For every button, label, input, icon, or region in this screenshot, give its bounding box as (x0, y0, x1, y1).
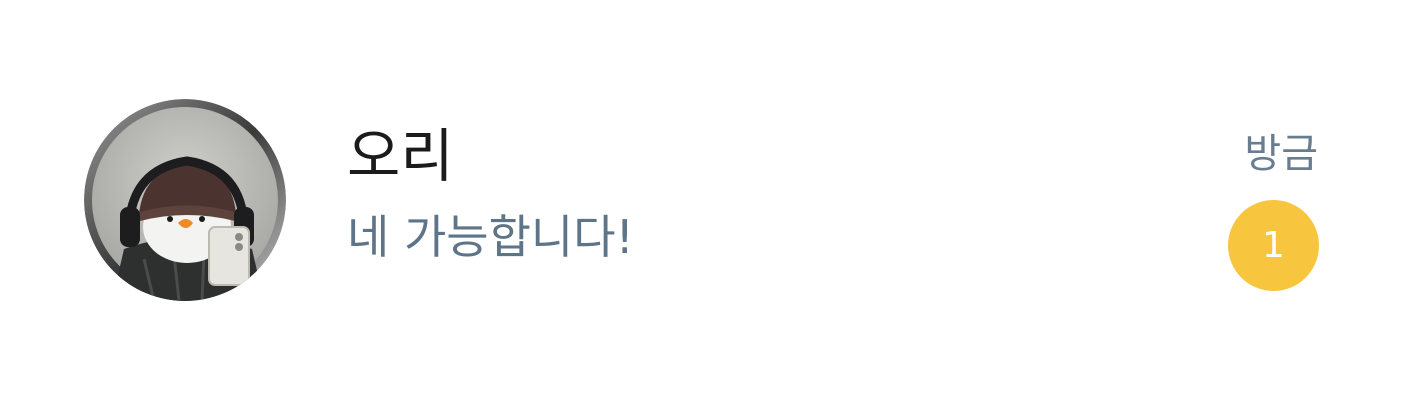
unread-count-badge: 1 (1228, 200, 1319, 291)
profile-photo (84, 99, 286, 301)
last-message-preview: 네 가능합니다! (347, 210, 634, 264)
contact-name: 오리 (347, 122, 454, 190)
avatar[interactable] (84, 99, 286, 301)
message-time: 방금 (1244, 131, 1318, 177)
chat-list-item[interactable]: 오리 네 가능합니다! 방금 1 (0, 0, 1417, 412)
